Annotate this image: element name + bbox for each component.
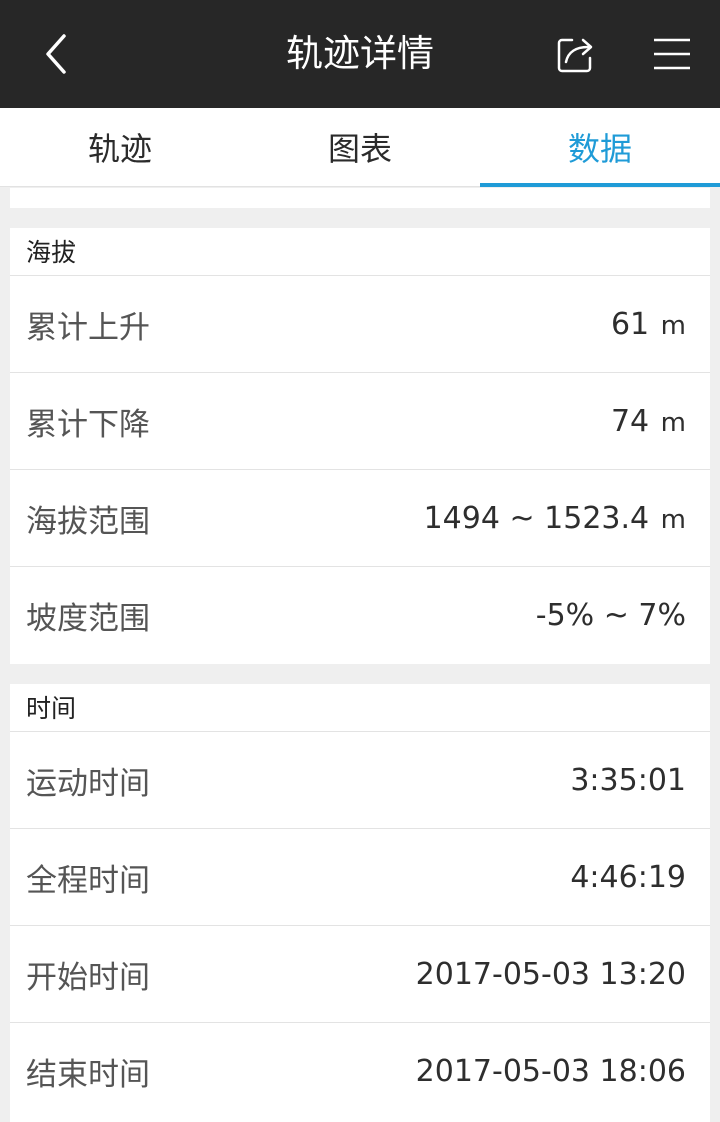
share-icon: [557, 38, 593, 73]
stat-row-total-descent: 累计下降 74 m: [10, 373, 710, 470]
stat-row-end-time: 结束时间 2017-05-03 18:06: [10, 1023, 710, 1120]
time-section: 时间 运动时间 3:35:01 全程时间 4:46:19 开始时间 2017-0…: [10, 684, 710, 1122]
elevation-section: 海拔 累计上升 61 m 累计下降 74 m 海拔范围 1494 ~ 1523.…: [10, 228, 710, 664]
tab-track[interactable]: 轨迹: [0, 108, 240, 186]
stat-value: 2017-05-03 13:20: [415, 956, 686, 992]
tab-label: 轨迹: [87, 130, 152, 168]
stat-label: 累计下降: [26, 406, 150, 443]
stat-row-moving-time: 运动时间 3:35:01: [10, 732, 710, 829]
stat-label: 海拔范围: [26, 503, 150, 540]
page-title: 轨迹详情: [286, 32, 434, 75]
stat-row-elevation-range: 海拔范围 1494 ~ 1523.4 m: [10, 470, 710, 567]
stat-row-total-time: 全程时间 4:46:19: [10, 829, 710, 926]
stat-row-start-time: 开始时间 2017-05-03 13:20: [10, 926, 710, 1023]
active-tab-indicator: [480, 183, 720, 187]
stat-label: 结束时间: [26, 1057, 150, 1093]
stat-label: 累计上升: [26, 309, 150, 346]
previous-section-card: [10, 188, 710, 208]
stat-label: 坡度范围: [26, 601, 150, 637]
chevron-left-icon: [46, 34, 66, 74]
stat-label: 全程时间: [26, 862, 150, 899]
tab-bar: 轨迹 图表 数据: [0, 108, 720, 187]
back-button[interactable]: [26, 22, 86, 86]
section-title: 海拔: [10, 228, 710, 276]
stat-value: 1494 ~ 1523.4 m: [423, 500, 686, 536]
section-title: 时间: [10, 684, 710, 732]
stat-label: 运动时间: [26, 765, 150, 802]
stat-value: 3:35:01: [570, 762, 686, 798]
stat-value: -5% ~ 7%: [535, 598, 686, 633]
share-button[interactable]: [546, 26, 606, 82]
tab-label: 数据: [567, 130, 632, 168]
stat-value: 61 m: [610, 306, 686, 342]
stat-label: 开始时间: [26, 959, 150, 996]
stat-row-total-ascent: 累计上升 61 m: [10, 276, 710, 373]
top-app-bar: 轨迹详情: [0, 0, 720, 108]
stat-value: 4:46:19: [570, 859, 686, 895]
stat-value: 74 m: [610, 403, 686, 439]
menu-button[interactable]: [642, 26, 702, 82]
stat-row-slope-range: 坡度范围 -5% ~ 7%: [10, 567, 710, 664]
tab-chart[interactable]: 图表: [240, 108, 480, 186]
hamburger-menu-icon: [654, 38, 690, 70]
stat-value: 2017-05-03 18:06: [415, 1054, 686, 1089]
tab-data[interactable]: 数据: [480, 108, 720, 187]
tab-label: 图表: [327, 130, 392, 168]
